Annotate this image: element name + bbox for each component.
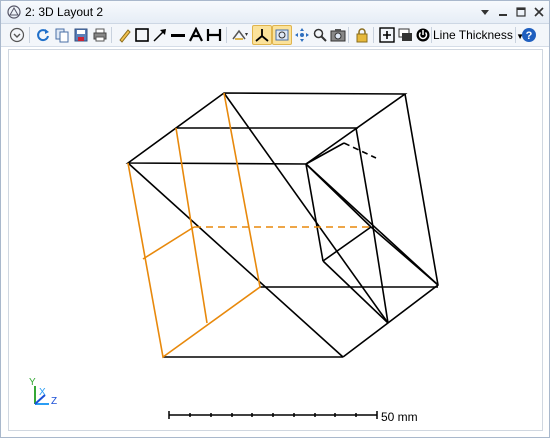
wireframe-black bbox=[125, 92, 439, 358]
layout-window: 2: 3D Layout 2 Line Thickness ▼ ? Y X Z … bbox=[0, 0, 550, 438]
axis-triad: Y X Z bbox=[29, 377, 57, 407]
wireframe-drawing: Y X Z bbox=[29, 92, 439, 419]
x-axis-label: X bbox=[39, 387, 46, 398]
scale-bar-label: 50 mm bbox=[381, 410, 418, 424]
y-axis-label: Y bbox=[29, 377, 36, 388]
wireframe-highlight bbox=[127, 92, 371, 359]
z-axis-label: Z bbox=[51, 396, 57, 407]
scale-bar bbox=[168, 411, 378, 419]
